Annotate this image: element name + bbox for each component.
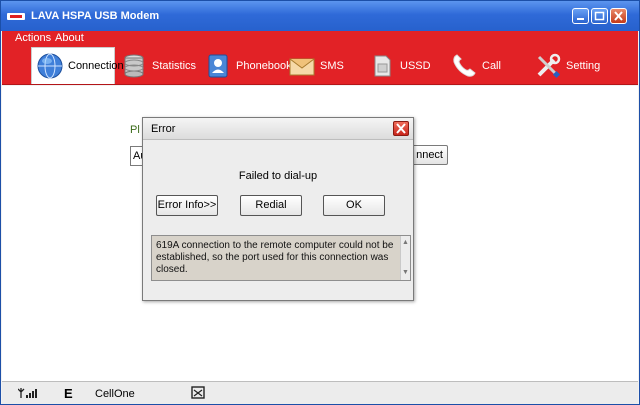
maximize-icon [594,11,605,21]
envelope-icon [288,52,316,80]
menu-about[interactable]: About [55,31,84,45]
status-bar: E CellOne [2,381,638,404]
tab-sms-label: SMS [320,59,344,72]
database-icon [120,52,148,80]
detail-scrollbar[interactable]: ▲ ▼ [400,236,410,280]
app-window: LAVA HSPA USB Modem Actions About Connec… [0,0,640,405]
tab-call-label: Call [482,59,501,72]
ok-button[interactable]: OK [323,195,385,216]
globe-icon [36,52,64,80]
tab-statistics[interactable]: Statistics [116,47,198,84]
close-icon [396,123,406,134]
window-title: LAVA HSPA USB Modem [31,10,160,22]
close-icon [614,11,623,21]
error-detail-text[interactable]: 619A connection to the remote computer c… [151,235,411,281]
tab-sms[interactable]: SMS [284,47,356,84]
dialog-title: Error [151,123,176,135]
app-logo-icon [7,13,25,20]
tab-connection[interactable]: Connection [31,47,124,84]
operator-name: CellOne [95,388,135,400]
contact-icon [204,52,232,80]
tab-setting-label: Setting [566,59,601,72]
scroll-up-icon[interactable]: ▲ [402,237,409,249]
dialog-title-bar[interactable]: Error [143,118,413,140]
minimize-button[interactable] [572,8,589,24]
error-info-button[interactable]: Error Info>> [156,195,218,216]
connection-panel: Pl Au nnect Error Failed to dial-up Erro… [2,86,638,381]
signal-strength-icon [18,388,37,398]
minimize-icon [577,18,584,20]
title-bar[interactable]: LAVA HSPA USB Modem [1,1,639,31]
maximize-button[interactable] [591,8,608,24]
toolbar: Connection Statistics Phonebook SMS USSD [2,45,638,85]
sim-icon [368,52,396,80]
scroll-down-icon[interactable]: ▼ [402,267,409,279]
tab-call[interactable]: Call [446,47,522,84]
menu-bar: Actions About [2,31,638,45]
network-type: E [64,386,73,401]
error-dialog: Error Failed to dial-up Error Info>> Red… [142,117,414,301]
close-button[interactable] [610,8,627,24]
tab-ussd[interactable]: USSD [364,47,440,84]
tab-setting[interactable]: Setting [530,47,610,84]
dialog-close-button[interactable] [393,121,409,136]
error-message: Failed to dial-up [238,170,318,182]
tab-ussd-label: USSD [400,59,431,72]
tools-icon [534,52,562,80]
profile-label: Pl [130,124,140,136]
sms-status-icon [191,386,205,399]
redial-button[interactable]: Redial [240,195,302,216]
menu-actions[interactable]: Actions [15,31,51,45]
tab-statistics-label: Statistics [152,59,197,72]
error-detail: 619A connection to the remote computer c… [156,240,394,275]
phone-icon [450,52,478,80]
tab-phonebook[interactable]: Phonebook [200,47,292,84]
